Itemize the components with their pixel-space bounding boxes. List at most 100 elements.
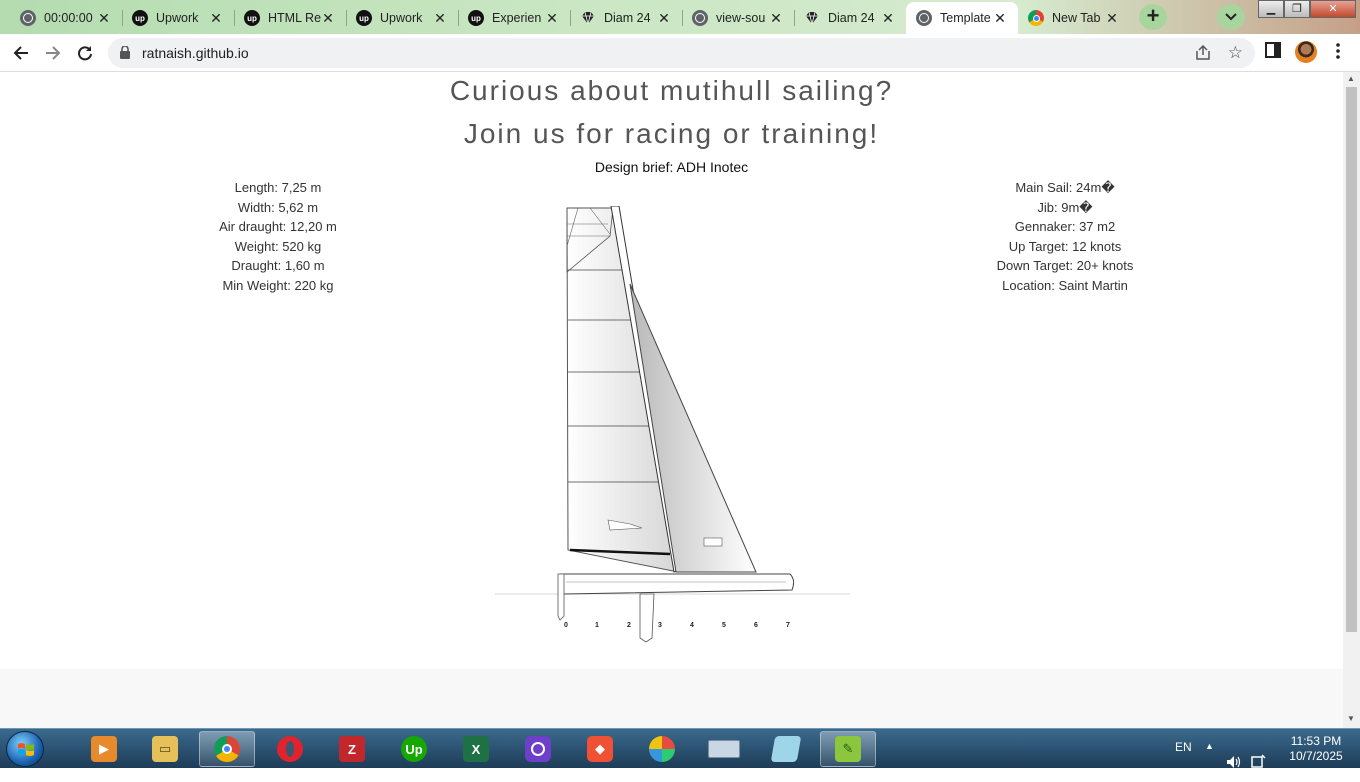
tab-experience[interactable]: up Experien ✕ <box>458 2 571 34</box>
close-tab-icon[interactable]: ✕ <box>1104 10 1120 26</box>
scale-mark: 2 <box>627 622 631 629</box>
tab-label: New Tab <box>1052 11 1101 25</box>
tab-upwork-2[interactable]: up Upwork ✕ <box>346 2 459 34</box>
upwork-icon: up <box>132 10 148 26</box>
color-picker-icon <box>649 736 675 762</box>
system-clock[interactable]: 11:53 PM 10/7/2025 <box>1276 734 1356 764</box>
catamaran-drawing: 0 1 2 3 4 5 6 7 <box>495 206 850 643</box>
notepad-plus-icon: ✎ <box>835 736 861 762</box>
scale-mark: 1 <box>595 622 599 629</box>
taskbar-filezilla[interactable]: Z <box>324 731 380 767</box>
spec-gennaker: Gennaker: 37 m2 <box>1014 219 1116 235</box>
close-tab-icon[interactable]: ✕ <box>320 10 336 26</box>
tab-template[interactable]: Template ✕ <box>906 2 1018 34</box>
clock-time: 11:53 PM <box>1290 734 1342 748</box>
taskbar-git[interactable]: ◆ <box>572 731 628 767</box>
maximize-button[interactable]: ❐ <box>1284 0 1310 18</box>
tab-label: Upwork <box>380 11 423 25</box>
scale-mark: 3 <box>658 622 662 629</box>
tab-upwork-1[interactable]: up Upwork ✕ <box>122 2 235 34</box>
spec-min-weight: Min Weight: 220 kg <box>222 277 334 293</box>
taskbar-upwork[interactable]: Up <box>386 731 442 767</box>
reload-button[interactable] <box>72 40 98 66</box>
tab-html-re[interactable]: up HTML Re ✕ <box>234 2 347 34</box>
spec-width: Width: 5,62 m <box>237 199 319 215</box>
taskbar-notepad[interactable] <box>758 731 814 767</box>
new-tab-button[interactable]: + <box>1139 4 1167 30</box>
filezilla-icon: Z <box>339 736 365 762</box>
upwork-icon: up <box>244 10 260 26</box>
arrow-right-icon <box>46 46 61 60</box>
taskbar-github-desktop[interactable] <box>510 731 566 767</box>
page-content: Curious about mutihull sailing? Join us … <box>0 72 1343 669</box>
start-button[interactable] <box>6 731 44 767</box>
profile-avatar[interactable] <box>1295 41 1317 63</box>
tab-label: 00:00:00 <box>44 11 93 25</box>
taskbar-keyboard[interactable] <box>696 731 752 767</box>
file-explorer-icon: ▭ <box>152 736 178 762</box>
taskbar-opera[interactable] <box>262 731 318 767</box>
opera-icon <box>277 736 303 762</box>
taskbar-excel[interactable]: X <box>448 731 504 767</box>
scrollbar-thumb[interactable] <box>1346 87 1357 632</box>
page-headline-2: Join us for racing or training! <box>463 118 880 149</box>
spec-draught: Draught: 1,60 m <box>231 258 325 274</box>
page-footer-area <box>0 669 1343 728</box>
tab-view-source[interactable]: view-sou ✕ <box>682 2 795 34</box>
taskbar-media-player[interactable]: ▶ <box>76 731 132 767</box>
chevron-down-icon <box>1225 13 1237 21</box>
tab-diam24-1[interactable]: Diam 24 ✕ <box>570 2 683 34</box>
scroll-down-arrow-icon[interactable]: ▼ <box>1347 714 1355 723</box>
more-menu-icon[interactable] <box>1334 42 1342 60</box>
spec-weight: Weight: 520 kg <box>234 238 322 254</box>
address-bar[interactable]: ratnaish.github.io ☆ <box>108 38 1255 68</box>
spec-main-sail: Main Sail: 24m� <box>1015 180 1115 195</box>
close-tab-icon[interactable]: ✕ <box>656 10 672 26</box>
tab-strip: 00:00:00 ✕ up Upwork ✕ up HTML Re ✕ up U… <box>0 0 1360 34</box>
close-tab-icon[interactable]: ✕ <box>96 10 112 26</box>
close-tab-icon[interactable]: ✕ <box>880 10 896 26</box>
media-player-icon: ▶ <box>91 736 117 762</box>
taskbar-notepad-plus[interactable]: ✎ <box>820 731 876 767</box>
tab-label: Upwork <box>156 11 199 25</box>
close-tab-icon[interactable]: ✕ <box>544 10 560 26</box>
github-desktop-icon <box>525 736 551 762</box>
power-icon[interactable] <box>1250 741 1266 781</box>
diamond-icon <box>804 10 820 26</box>
taskbar-file-explorer[interactable]: ▭ <box>137 731 193 767</box>
reload-icon <box>78 46 92 61</box>
taskbar-color-picker[interactable] <box>634 731 690 767</box>
tab-diam24-2[interactable]: Diam 24 ✕ <box>794 2 906 34</box>
scroll-up-arrow-icon[interactable]: ▲ <box>1347 74 1355 83</box>
vertical-scrollbar[interactable]: ▲ ▼ <box>1343 72 1360 728</box>
chrome-icon <box>1028 10 1044 26</box>
side-panel-icon[interactable] <box>1265 42 1281 58</box>
share-icon[interactable] <box>1195 45 1211 61</box>
tab-label: Diam 24 <box>828 11 875 25</box>
language-indicator[interactable]: EN <box>1175 740 1192 780</box>
bookmark-star-icon[interactable]: ☆ <box>1228 43 1243 63</box>
taskbar-chrome[interactable] <box>199 731 255 767</box>
back-button[interactable] <box>8 40 34 66</box>
scale-mark: 4 <box>690 622 694 629</box>
tab-new-tab[interactable]: New Tab ✕ <box>1018 2 1130 34</box>
upwork-icon: up <box>468 10 484 26</box>
tab-search-button[interactable] <box>1217 4 1245 30</box>
lock-icon <box>120 46 130 59</box>
windows-taskbar: ▶ ▭ Z Up X ◆ ✎ EN ▲ 11:53 PM 10/7/2025 <box>0 728 1360 768</box>
scale-mark: 5 <box>722 622 726 629</box>
minimize-button[interactable]: ▁ <box>1258 0 1284 18</box>
arrow-left-icon <box>13 46 28 60</box>
close-tab-icon[interactable]: ✕ <box>432 10 448 26</box>
forward-button[interactable] <box>40 40 66 66</box>
close-tab-icon[interactable]: ✕ <box>768 10 784 26</box>
tray-expand-icon[interactable]: ▲ <box>1205 741 1214 781</box>
close-window-button[interactable]: ✕ <box>1310 0 1356 18</box>
spec-length: Length: 7,25 m <box>234 180 322 195</box>
volume-icon[interactable] <box>1226 742 1242 782</box>
excel-icon: X <box>463 736 489 762</box>
close-tab-icon[interactable]: ✕ <box>208 10 224 26</box>
design-brief: Design brief: ADH Inotec <box>594 159 749 175</box>
close-tab-icon[interactable]: ✕ <box>992 10 1008 26</box>
tab-timer[interactable]: 00:00:00 ✕ <box>10 2 123 34</box>
